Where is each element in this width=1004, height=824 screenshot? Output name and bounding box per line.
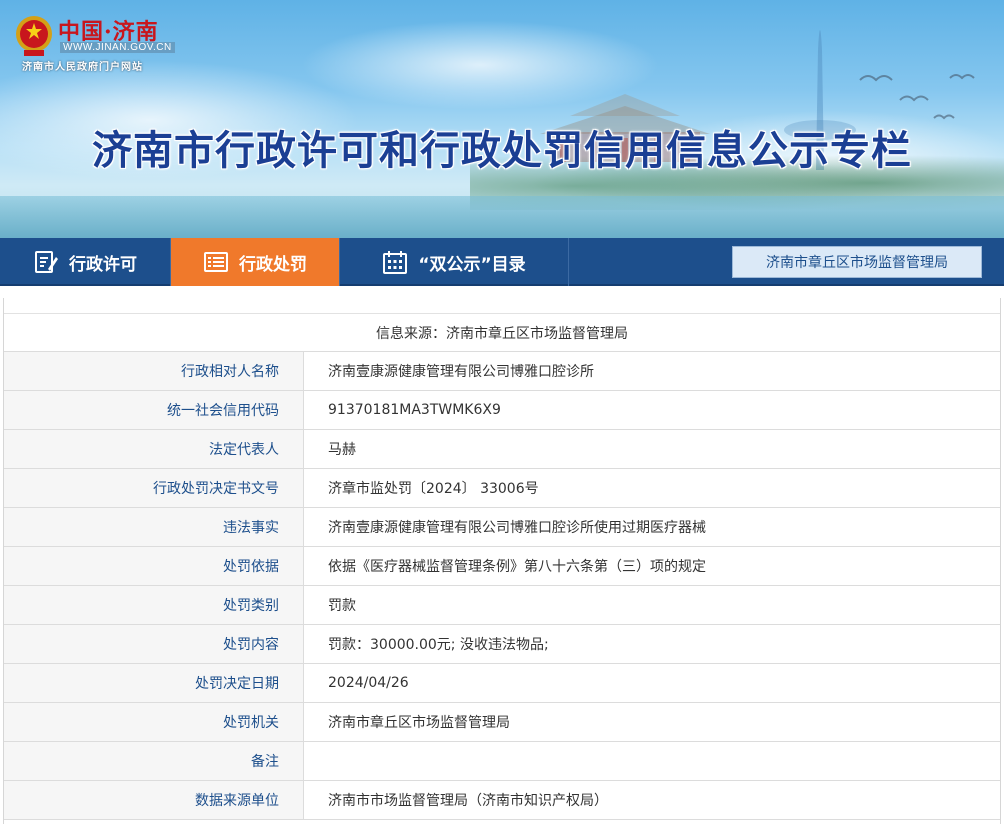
field-label: 处罚决定日期 <box>4 664 304 702</box>
site-logo[interactable]: 中国·济南 WWW.JINAN.GOV.CN 济南市人民政府门户网站 <box>14 12 234 74</box>
table-row: 数据来源单位 济南市市场监督管理局（济南市知识产权局） <box>4 781 1000 820</box>
field-value: 依据《医疗器械监督管理条例》第八十六条第（三）项的规定 <box>328 559 706 575</box>
field-value: 济南壹康源健康管理有限公司博雅口腔诊所 <box>328 364 594 380</box>
field-value: 济章市监处罚〔2024〕 33006号 <box>328 481 539 497</box>
field-label: 处罚机关 <box>4 703 304 741</box>
nav-item-label: 行政处罚 <box>239 254 307 275</box>
detail-table: 行政相对人名称 济南壹康源健康管理有限公司博雅口腔诊所 统一社会信用代码 91370… <box>4 352 1000 820</box>
logo-subtitle: 济南市人民政府门户网站 <box>22 62 143 73</box>
table-top-border <box>4 298 1000 314</box>
table-row: 备注 <box>4 742 1000 781</box>
page-title: 济南市行政许可和行政处罚信用信息公示专栏 <box>92 128 912 174</box>
field-label: 违法事实 <box>4 508 304 546</box>
field-value: 济南市市场监督管理局（济南市知识产权局） <box>328 793 608 809</box>
table-row: 违法事实 济南壹康源健康管理有限公司博雅口腔诊所使用过期医疗器械 <box>4 508 1000 547</box>
table-row: 处罚决定日期 2024/04/26 <box>4 664 1000 703</box>
field-label: 法定代表人 <box>4 430 304 468</box>
table-row: 处罚类别 罚款 <box>4 586 1000 625</box>
field-label: 数据来源单位 <box>4 781 304 819</box>
field-value: 马赫 <box>328 442 356 458</box>
field-label: 行政相对人名称 <box>4 352 304 390</box>
lake-decoration <box>0 196 1004 238</box>
table-row: 处罚机关 济南市章丘区市场监督管理局 <box>4 703 1000 742</box>
calendar-icon <box>383 251 408 274</box>
table-row: 处罚依据 依据《医疗器械监督管理条例》第八十六条第（三）项的规定 <box>4 547 1000 586</box>
nav-divider <box>568 238 569 286</box>
field-label: 行政处罚决定书文号 <box>4 469 304 507</box>
field-value: 罚款 <box>328 598 356 614</box>
nav-item-admin-license[interactable]: 行政许可 <box>0 238 170 286</box>
field-label: 处罚类别 <box>4 586 304 624</box>
table-row: 处罚内容 罚款：30000.00元; 没收违法物品; <box>4 625 1000 664</box>
main-nav: 行政许可 行政处罚 “双公示”目录 济南市章丘区市场监督管理局 <box>0 238 1004 286</box>
nav-item-label: 行政许可 <box>69 254 137 275</box>
record-detail: 信息来源：济南市章丘区市场监督管理局 行政相对人名称济南壹康源健康管理有限公司博… <box>3 298 1001 824</box>
info-source: 信息来源：济南市章丘区市场监督管理局 <box>4 314 1000 352</box>
field-label: 统一社会信用代码 <box>4 391 304 429</box>
field-value: 2024/04/26 <box>328 675 409 691</box>
table-row: 统一社会信用代码 91370181MA3TWMK6X9 <box>4 391 1000 430</box>
field-label: 备注 <box>4 742 304 780</box>
table-row: 法定代表人 马赫 <box>4 430 1000 469</box>
field-value: 罚款：30000.00元; 没收违法物品; <box>328 637 549 653</box>
field-label: 处罚内容 <box>4 625 304 663</box>
edit-document-icon <box>35 251 58 273</box>
header-banner: 中国·济南 WWW.JINAN.GOV.CN 济南市人民政府门户网站 济南市行政… <box>0 0 1004 238</box>
table-row: 行政处罚决定书文号 济章市监处罚〔2024〕 33006号 <box>4 469 1000 508</box>
field-value <box>304 742 1000 780</box>
field-value: 济南壹康源健康管理有限公司博雅口腔诊所使用过期医疗器械 <box>328 520 706 536</box>
national-emblem-icon <box>16 16 52 56</box>
table-row: 行政相对人名称 济南壹康源健康管理有限公司博雅口腔诊所 <box>4 352 1000 391</box>
org-selector[interactable]: 济南市章丘区市场监督管理局 <box>732 246 982 278</box>
nav-item-double-publicity-catalog[interactable]: “双公示”目录 <box>340 238 568 286</box>
nav-item-label: “双公示”目录 <box>418 254 526 275</box>
field-value: 济南市章丘区市场监督管理局 <box>328 715 510 731</box>
field-label: 处罚依据 <box>4 547 304 585</box>
nav-item-admin-penalty[interactable]: 行政处罚 <box>171 238 339 286</box>
list-icon <box>204 252 228 272</box>
logo-url: WWW.JINAN.GOV.CN <box>60 42 175 53</box>
field-value: 91370181MA3TWMK6X9 <box>328 402 501 418</box>
